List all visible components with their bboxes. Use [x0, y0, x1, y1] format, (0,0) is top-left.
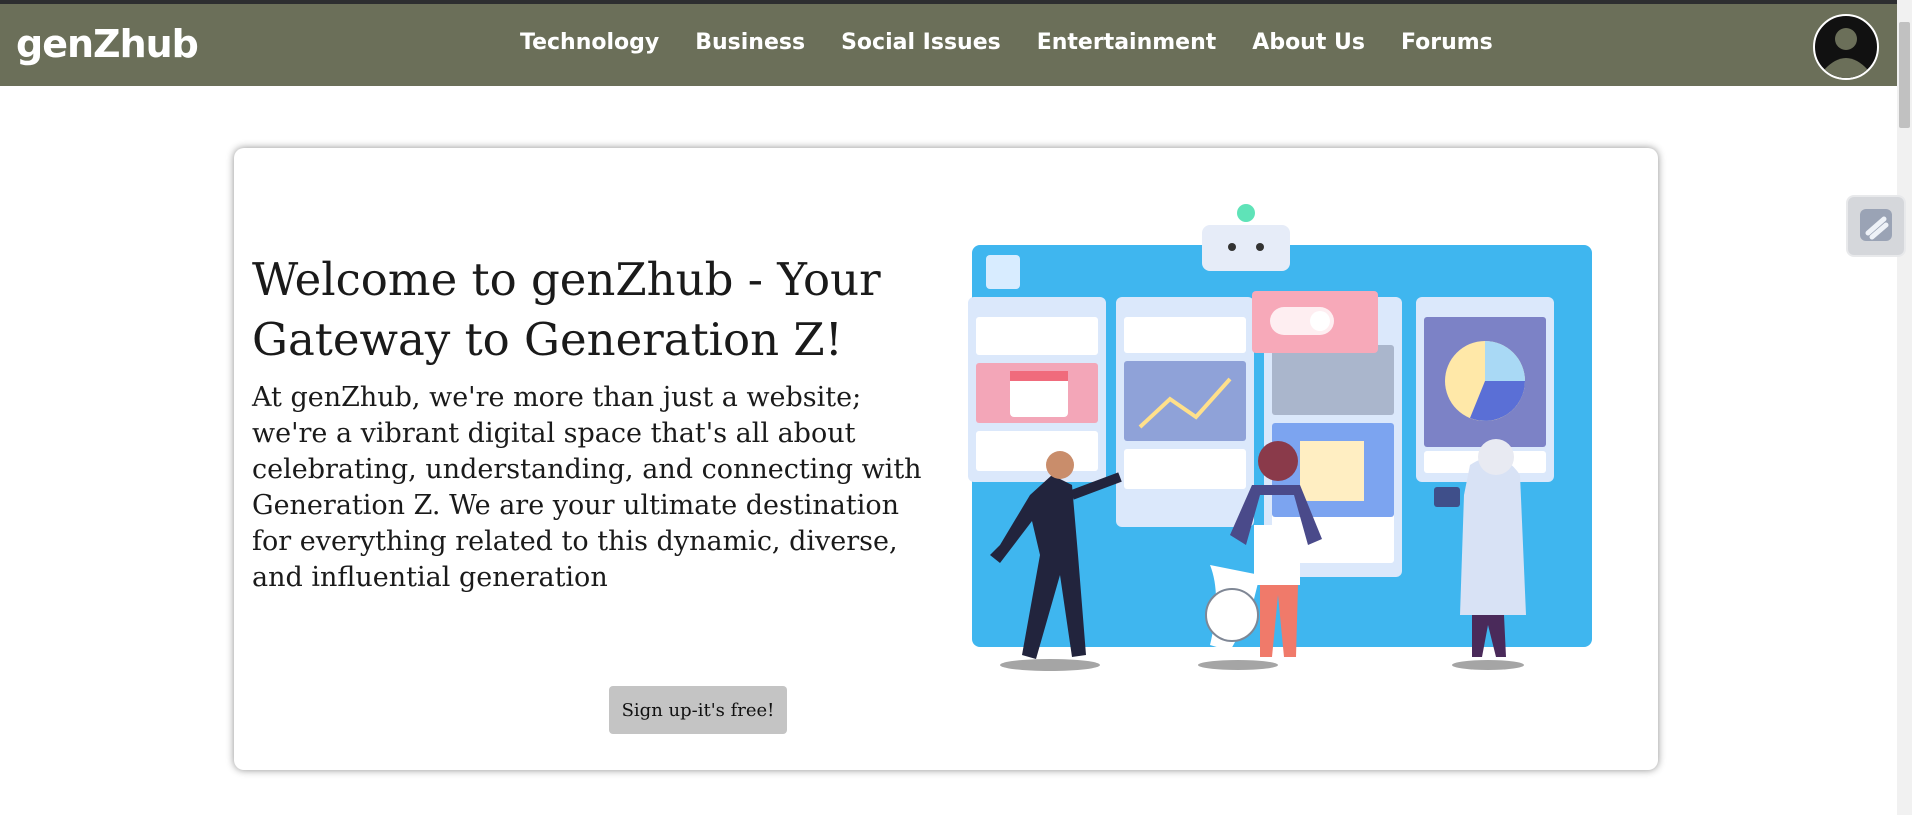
hero-title: Welcome to genZhub - Your Gateway to Gen… — [252, 253, 881, 366]
nav-about-us[interactable]: About Us — [1252, 30, 1365, 55]
navbar: genZhub Technology Business Social Issue… — [0, 4, 1897, 86]
scrollbar-thumb[interactable] — [1899, 22, 1910, 128]
nav-technology[interactable]: Technology — [520, 30, 659, 55]
side-widget-icon[interactable] — [1846, 195, 1906, 257]
nav-social-issues[interactable]: Social Issues — [841, 30, 1001, 55]
avatar-icon[interactable] — [1813, 14, 1879, 80]
site-logo[interactable]: genZhub — [16, 24, 199, 64]
main-nav: Technology Business Social Issues Entert… — [520, 30, 1529, 55]
nav-entertainment[interactable]: Entertainment — [1037, 30, 1217, 55]
nav-business[interactable]: Business — [695, 30, 805, 55]
signup-button[interactable]: Sign up-it's free! — [609, 686, 787, 734]
hero-illustration — [968, 204, 1592, 671]
hero-description: At genZhub, we're more than just a websi… — [252, 382, 922, 593]
nav-forums[interactable]: Forums — [1401, 30, 1493, 55]
